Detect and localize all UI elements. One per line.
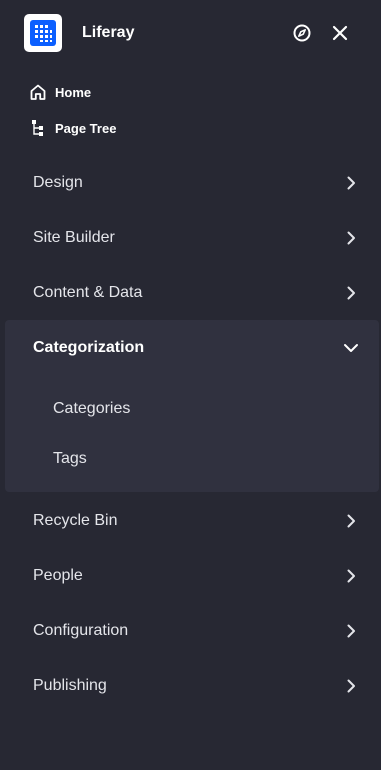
submenu-item-label: Tags bbox=[53, 450, 87, 467]
chevron-right-icon bbox=[340, 620, 362, 642]
chevron-right-icon bbox=[340, 282, 362, 304]
menu-item-publishing[interactable]: Publishing bbox=[0, 658, 381, 713]
compass-button[interactable] bbox=[291, 22, 313, 44]
menu-item-label: Content & Data bbox=[33, 283, 143, 301]
compass-icon bbox=[293, 24, 311, 42]
page-tree-icon bbox=[28, 118, 48, 138]
home-link[interactable]: Home bbox=[28, 81, 91, 103]
menu-item-recycle-bin[interactable]: Recycle Bin bbox=[0, 493, 381, 548]
menu-item-design[interactable]: Design bbox=[0, 155, 381, 210]
menu-item-label: Categorization bbox=[33, 338, 145, 356]
chevron-down-icon bbox=[340, 337, 362, 359]
submenu-item-tags[interactable]: Tags bbox=[5, 436, 379, 482]
home-icon bbox=[28, 82, 48, 102]
menu-item-label: People bbox=[33, 566, 83, 584]
categorization-panel: Categorization Categories Tags bbox=[5, 320, 379, 492]
menu-item-site-builder[interactable]: Site Builder bbox=[0, 210, 381, 265]
menu-item-categorization[interactable]: Categorization bbox=[5, 320, 379, 375]
home-label: Home bbox=[55, 84, 92, 100]
page-tree-label: Page Tree bbox=[55, 120, 117, 136]
menu-item-label: Publishing bbox=[33, 676, 107, 694]
chevron-right-icon bbox=[340, 675, 362, 697]
close-icon bbox=[332, 25, 348, 41]
menu-item-label: Site Builder bbox=[33, 228, 115, 246]
menu-item-content-data[interactable]: Content & Data bbox=[0, 265, 381, 320]
menu-item-label: Design bbox=[33, 173, 83, 191]
chevron-right-icon bbox=[340, 172, 362, 194]
product-menu-header: Liferay bbox=[0, 0, 381, 66]
menu-item-configuration[interactable]: Configuration bbox=[0, 603, 381, 658]
chevron-right-icon bbox=[340, 565, 362, 587]
liferay-logo-icon bbox=[30, 20, 56, 46]
menu-item-label: Recycle Bin bbox=[33, 511, 118, 529]
submenu-item-label: Categories bbox=[53, 400, 131, 417]
chevron-right-icon bbox=[340, 510, 362, 532]
submenu-item-categories[interactable]: Categories bbox=[5, 386, 379, 432]
site-name: Liferay bbox=[82, 24, 135, 41]
page-tree-link[interactable]: Page Tree bbox=[28, 117, 116, 139]
product-menu-panel: Liferay Home Page Tree Design Site Build… bbox=[0, 0, 381, 770]
chevron-right-icon bbox=[340, 227, 362, 249]
site-logo[interactable] bbox=[24, 14, 62, 52]
menu-item-people[interactable]: People bbox=[0, 548, 381, 603]
menu-item-label: Configuration bbox=[33, 621, 129, 639]
close-button[interactable] bbox=[329, 22, 351, 44]
